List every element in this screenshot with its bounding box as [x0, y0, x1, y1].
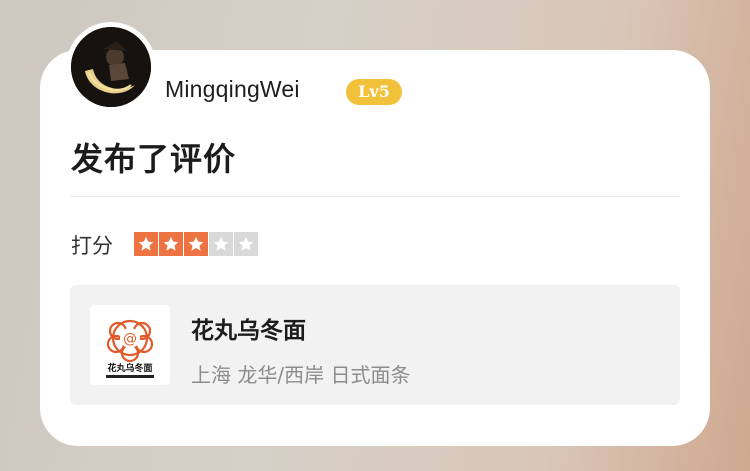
- divider: [71, 196, 680, 197]
- shop-logo: @ 花丸乌冬面: [90, 305, 170, 385]
- svg-text:花丸乌冬面: 花丸乌冬面: [107, 362, 152, 374]
- username[interactable]: MingqingWei: [165, 76, 300, 103]
- shop-card[interactable]: @ 花丸乌冬面 花丸乌冬面 上海 龙华/西岸 日式面条: [70, 285, 680, 405]
- star-empty-icon: [234, 232, 258, 256]
- star-filled-icon: [184, 232, 208, 256]
- svg-text:@: @: [123, 331, 137, 347]
- rating-stars: [134, 232, 258, 256]
- star-filled-icon: [134, 232, 158, 256]
- avatar[interactable]: [71, 27, 151, 107]
- star-filled-icon: [159, 232, 183, 256]
- post-headline: 发布了评价: [71, 140, 237, 178]
- shop-name[interactable]: 花丸乌冬面: [191, 311, 306, 345]
- rating-label: 打分: [71, 234, 113, 258]
- shop-meta: 上海 龙华/西岸 日式面条: [191, 363, 411, 387]
- star-empty-icon: [209, 232, 233, 256]
- level-badge: Lv5: [346, 79, 402, 105]
